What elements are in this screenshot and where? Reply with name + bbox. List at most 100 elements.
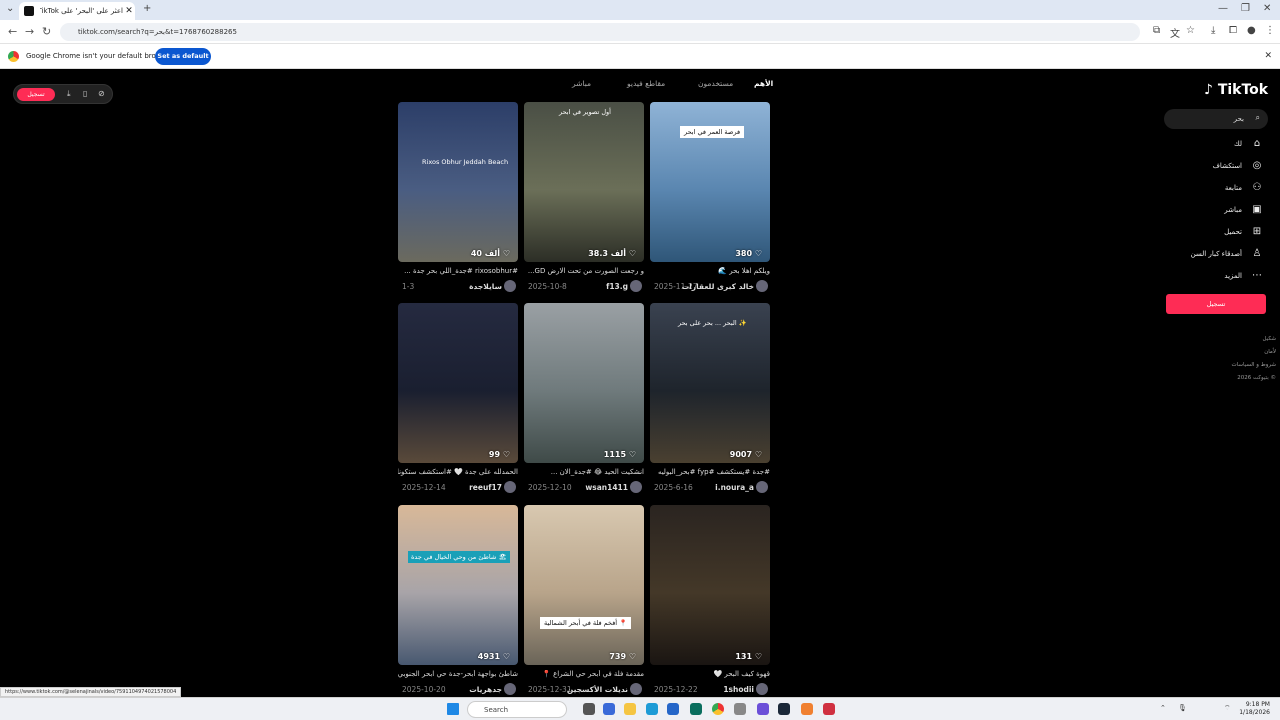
avatar[interactable] <box>504 683 516 695</box>
task-view-icon[interactable] <box>583 703 595 715</box>
author-name[interactable]: 1shodii <box>723 685 754 694</box>
video-card[interactable]: أول تصوير في ابحر 38.3 ألف ♡ و رجعت الصورت… <box>524 102 646 292</box>
chrome-menu-icon[interactable]: ⋮ <box>1265 25 1275 36</box>
avatar[interactable] <box>756 481 768 493</box>
close-infobar-icon[interactable]: ✕ <box>1264 51 1272 61</box>
sidebar-item-following[interactable]: متابعة ⚇ <box>1225 182 1264 193</box>
browser-tab[interactable]: اعثر على 'البحر' على TikTok | بحث ✕ <box>19 2 135 20</box>
video-description[interactable]: شاطئ بواجهة أبحر-جدة حي ابحر الجنوبي... <box>398 670 518 678</box>
new-tab-icon[interactable]: + <box>143 3 151 14</box>
mic-icon[interactable]: 🎙 <box>1178 704 1187 712</box>
video-thumbnail[interactable]: البحر ... بحر على بحر ✨ 9007 ♡ <box>650 303 770 463</box>
compass-small-icon[interactable]: ⊘ <box>98 89 105 98</box>
video-card[interactable]: 99 ♡ الحمدلله على جدة 🤍 #استكشف ستكونك 202… <box>398 303 520 493</box>
extensions-icon[interactable]: ⧠ <box>1229 25 1237 36</box>
avatar[interactable] <box>756 683 768 695</box>
video-card[interactable]: البحر ... بحر على بحر ✨ 9007 ♡ #جدة #يستكش… <box>650 303 772 493</box>
forward-icon[interactable]: → <box>25 25 34 38</box>
video-thumbnail[interactable]: Rixos Obhur Jeddah Beach 40 ألف ♡ <box>398 102 518 262</box>
video-thumbnail[interactable]: أول تصوير في ابحر 38.3 ألف ♡ <box>524 102 644 262</box>
tab-live[interactable]: مباشر <box>572 79 591 88</box>
author-name[interactable]: سايلاجدة <box>469 282 502 291</box>
settings-icon[interactable] <box>734 703 746 715</box>
avatar[interactable] <box>630 280 642 292</box>
sidebar-item-compass[interactable]: استكشاف ◎ <box>1213 160 1264 171</box>
file-explorer-icon[interactable] <box>624 703 636 715</box>
widgets-icon[interactable] <box>603 703 615 715</box>
footer-link[interactable]: لأمان <box>1264 349 1276 355</box>
back-icon[interactable]: ← <box>8 25 17 38</box>
profile-avatar-icon[interactable]: ● <box>1247 25 1256 36</box>
sidebar-item-profile[interactable]: أصدقاء كبار السن ♙ <box>1191 248 1264 259</box>
download-icon[interactable]: ⤓ <box>67 89 71 99</box>
taskbar-search[interactable]: Search <box>467 701 567 718</box>
video-description[interactable]: #جدة #يستكشف #fyp #بحر_البوليه <box>650 468 770 476</box>
video-card[interactable]: شاطئ من وحي الخيال في جدة 🏖 4931 ♡ شاطئ بو… <box>398 505 520 695</box>
sidebar-login-button[interactable]: تسجيل <box>1166 294 1266 314</box>
video-description[interactable]: #rixosobhur #جدة_اللي بحر جدة ... <box>398 267 518 275</box>
steam-icon[interactable] <box>778 703 790 715</box>
footer-link[interactable]: شكيل <box>1263 336 1276 342</box>
video-card[interactable]: فرصة العمر في ابحر 380 ♡ ويلكم اهلا بحر 🌊 2… <box>650 102 772 292</box>
app-icon[interactable] <box>823 703 835 715</box>
app-icon[interactable] <box>801 703 813 715</box>
author-name[interactable]: نديلات الأكسجين <box>567 685 628 694</box>
video-thumbnail[interactable]: 99 ♡ <box>398 303 518 463</box>
install-app-icon[interactable]: ⧉ <box>1153 25 1160 36</box>
avatar[interactable] <box>630 481 642 493</box>
author-name[interactable]: خالد كبرى للعقارات <box>682 282 754 291</box>
video-thumbnail[interactable]: 131 ♡ <box>650 505 770 665</box>
translate-icon[interactable]: 文 <box>1170 25 1180 40</box>
tab-list-icon[interactable]: ⌄ <box>6 3 14 14</box>
minimize-icon[interactable]: — <box>1218 3 1228 14</box>
tiktok-logo[interactable]: ♪ TikTok <box>1204 82 1268 98</box>
video-description[interactable]: و رجعت الصورت من تحت الارض GD... <box>524 267 644 275</box>
video-description[interactable]: قهوة كيف البحر 🤍 <box>650 670 770 678</box>
video-card[interactable]: أفخم فلة في أبحر الشمالية 📍 739 ♡ مقدمة فل… <box>524 505 646 695</box>
url-field[interactable]: tiktok.com/search?q=بحر&t=1768760288265 <box>60 23 1140 41</box>
video-description[interactable]: ويلكم اهلا بحر 🌊 <box>650 267 770 275</box>
windows-start-icon[interactable] <box>447 703 459 715</box>
avatar[interactable] <box>630 683 642 695</box>
author-name[interactable]: i.noura_a <box>715 483 754 492</box>
author-name[interactable]: wsan1411 <box>585 483 628 492</box>
close-tab-icon[interactable]: ✕ <box>123 6 135 16</box>
avatar[interactable] <box>504 280 516 292</box>
video-thumbnail[interactable]: شاطئ من وحي الخيال في جدة 🏖 4931 ♡ <box>398 505 518 665</box>
search-input[interactable]: بحر ⌕ <box>1164 109 1268 129</box>
video-thumbnail[interactable]: فرصة العمر في ابحر 380 ♡ <box>650 102 770 262</box>
author-name[interactable]: جدهريات <box>469 685 502 694</box>
tab-top[interactable]: الأهم <box>754 79 773 88</box>
edge-icon[interactable] <box>646 703 658 715</box>
video-card[interactable]: Rixos Obhur Jeddah Beach 40 ألف ♡ #rixosob… <box>398 102 520 292</box>
set-default-button[interactable]: Set as default <box>155 48 211 65</box>
tab-videos[interactable]: مقاطع فيديو <box>627 79 665 88</box>
author-name[interactable]: f13.g <box>606 282 628 291</box>
floating-login-button[interactable]: تسجيل <box>17 88 55 101</box>
bookmark-star-icon[interactable]: ☆ <box>1186 25 1195 36</box>
video-description[interactable]: انشكيت الحيد 😂 #جدة_الان ... <box>524 468 644 476</box>
video-card[interactable]: 131 ♡ قهوة كيف البحر 🤍 2025-12-22 1shodii <box>650 505 772 695</box>
video-description[interactable]: الحمدلله على جدة 🤍 #استكشف ستكونك <box>398 468 518 476</box>
video-thumbnail[interactable]: أفخم فلة في أبحر الشمالية 📍 739 ♡ <box>524 505 644 665</box>
video-card[interactable]: 1115 ♡ انشكيت الحيد 😂 #جدة_الان ... 2025-1… <box>524 303 646 493</box>
chrome-taskbar-icon[interactable] <box>712 703 724 715</box>
store-icon[interactable] <box>667 703 679 715</box>
author-name[interactable]: reeuf17 <box>469 483 502 492</box>
sidebar-item-more[interactable]: المزيد ⋯ <box>1224 270 1264 281</box>
mobile-icon[interactable]: ▯ <box>83 89 87 98</box>
close-window-icon[interactable]: ✕ <box>1263 3 1271 14</box>
video-description[interactable]: مقدمة فلة في أبحر حي الشراع 📍 <box>524 670 644 678</box>
footer-link[interactable]: شروط و السياسات <box>1232 362 1276 368</box>
reload-icon[interactable]: ↻ <box>42 25 51 38</box>
video-thumbnail[interactable]: 1115 ♡ <box>524 303 644 463</box>
avatar[interactable] <box>504 481 516 493</box>
sidebar-item-live[interactable]: مباشر ▣ <box>1224 204 1264 215</box>
sidebar-item-home[interactable]: لك ⌂ <box>1234 138 1264 149</box>
sidebar-item-upload[interactable]: تحميل ⊞ <box>1224 226 1264 237</box>
maximize-icon[interactable]: ❐ <box>1241 3 1250 14</box>
tray-chevron-icon[interactable]: ⌃ <box>1160 704 1166 712</box>
downloads-icon[interactable]: ⤓ <box>1211 25 1215 36</box>
app-icon[interactable] <box>690 703 702 715</box>
app-icon[interactable] <box>757 703 769 715</box>
